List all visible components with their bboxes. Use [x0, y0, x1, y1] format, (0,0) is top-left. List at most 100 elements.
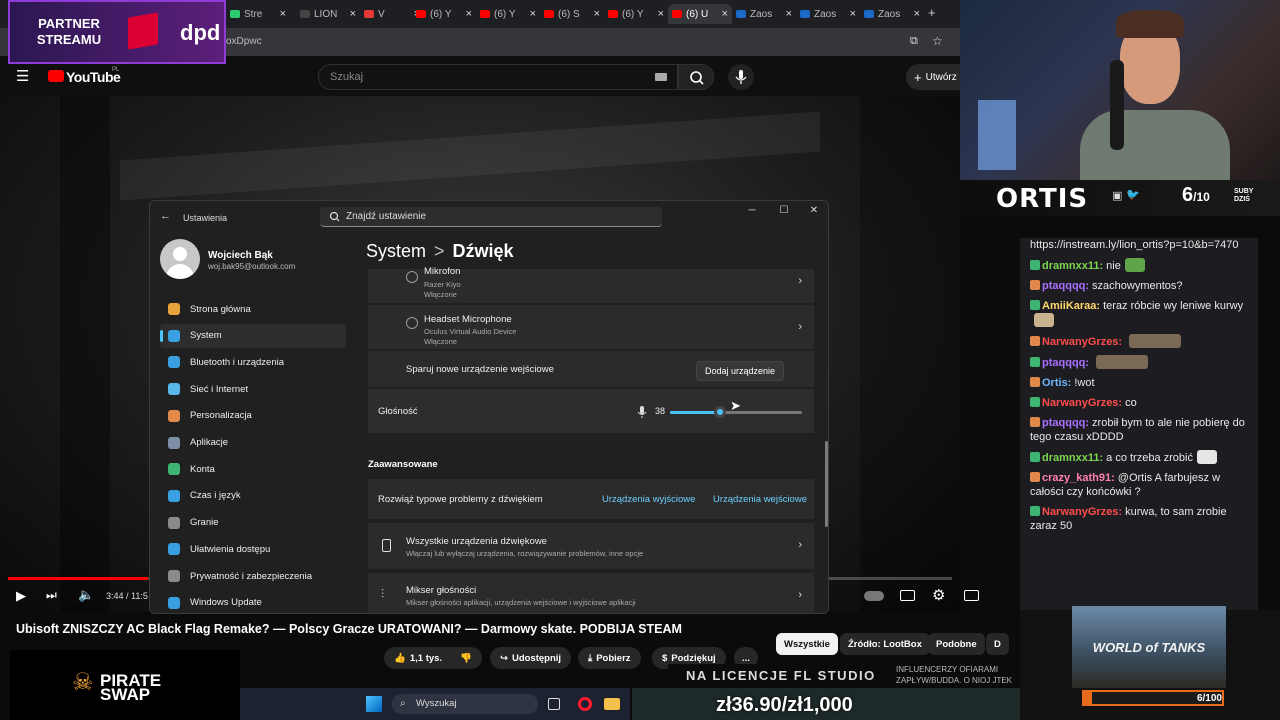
chat-username[interactable]: dramnxx11:	[1042, 260, 1103, 272]
device-radio[interactable]	[406, 271, 418, 283]
chat-username[interactable]: ptaqqqq:	[1042, 280, 1089, 292]
thumbs-down-icon[interactable]: 👎	[460, 653, 472, 664]
autoplay-toggle[interactable]	[864, 591, 884, 601]
url-text[interactable]: oxDpwc	[226, 36, 262, 47]
input-device-row[interactable]: Headset Microphone Oculus Virtual Audio …	[368, 305, 814, 349]
nav-item[interactable]: Ułatwienia dostępu	[160, 537, 346, 561]
nav-item[interactable]: Prywatność i zabezpieczenia	[160, 564, 346, 588]
breadcrumb: System > Dźwięk	[366, 241, 514, 262]
tab-close-icon[interactable]: ×	[722, 8, 728, 20]
install-icon[interactable]: ⧉	[910, 35, 918, 48]
tab-close-icon[interactable]: ×	[530, 8, 536, 20]
input-device-row[interactable]: Mikrofon Razer Kiyo Włączone ›	[368, 266, 814, 303]
play-icon[interactable]: ▶	[16, 588, 26, 604]
chat-username[interactable]: NarwanyGrzes:	[1042, 397, 1122, 409]
nav-item[interactable]: Bluetooth i urządzenia	[160, 350, 346, 374]
microphone-icon[interactable]	[636, 405, 648, 419]
tab-favicon-icon	[230, 10, 240, 18]
tab-close-icon[interactable]: ×	[594, 8, 600, 20]
chat-username[interactable]: dramnxx11:	[1042, 452, 1103, 464]
browser-tab[interactable]: (6) Y ×	[604, 4, 668, 24]
volume-icon[interactable]: 🔈	[78, 587, 94, 603]
browser-tab[interactable]: Zaos ×	[860, 4, 924, 24]
chat-badge-icon	[1030, 506, 1040, 516]
device-radio[interactable]	[406, 317, 418, 329]
search-input[interactable]: Szukaj	[318, 64, 678, 90]
browser-tab[interactable]: (6) Y ×	[476, 4, 540, 24]
next-icon[interactable]: ⏭	[46, 588, 57, 603]
nav-item[interactable]: Czas i język	[160, 484, 346, 508]
minimize-icon[interactable]: ─	[742, 205, 762, 219]
chat-username[interactable]: Ortis:	[1042, 377, 1071, 389]
filter-chip[interactable]: Wszystkie	[776, 633, 838, 655]
nav-item[interactable]: Sieć i Internet	[160, 377, 346, 401]
all-devices-sub: Włączaj lub wyłączaj urządzenia, rozwiąz…	[406, 549, 644, 558]
nav-item[interactable]: Granie	[160, 511, 346, 535]
back-arrow-icon[interactable]: ←	[160, 210, 171, 222]
nav-item[interactable]: Konta	[160, 457, 346, 481]
browser-tab[interactable]: LION ×	[296, 4, 360, 24]
sponsor-wot-banner: WORLD of TANKS	[1072, 606, 1226, 688]
chat-username[interactable]: ptaqqqq:	[1042, 357, 1089, 369]
captions-icon[interactable]	[900, 590, 915, 601]
nav-item[interactable]: Strona główna	[160, 297, 346, 321]
chat-username[interactable]: NarwanyGrzes:	[1042, 336, 1122, 348]
avatar[interactable]	[160, 239, 200, 279]
volume-mixer-row[interactable]: ⫶ Mikser głośności Mikser głośności apli…	[368, 573, 814, 613]
nav-item[interactable]: Personalizacja	[160, 404, 346, 428]
tab-close-icon[interactable]: ×	[914, 8, 920, 20]
menu-icon[interactable]: ☰	[16, 67, 29, 85]
opera-icon[interactable]	[578, 697, 592, 711]
settings-gear-icon[interactable]: ⚙	[932, 586, 945, 604]
maximize-icon[interactable]: ☐	[774, 205, 794, 219]
download-button[interactable]: ⤓ Pobierz	[578, 647, 641, 669]
filter-chip[interactable]: Podobne	[928, 633, 985, 655]
chat-username[interactable]: AmiiKaraa:	[1042, 300, 1100, 312]
taskbar-search[interactable]: Wyszukaj	[392, 694, 538, 714]
settings-scrollbar[interactable]	[825, 441, 828, 527]
tab-close-icon[interactable]: ×	[658, 8, 664, 20]
bookmark-star-icon[interactable]: ☆	[932, 34, 943, 48]
output-devices-link[interactable]: Urządzenia wyjściowe	[602, 494, 695, 505]
browser-tab[interactable]: Stre ×	[226, 4, 290, 24]
chat-username[interactable]: ptaqqqq:	[1042, 417, 1089, 429]
settings-search-input[interactable]: Znajdź ustawienie	[320, 207, 662, 227]
file-explorer-icon[interactable]	[604, 698, 620, 710]
new-tab-button[interactable]: +	[928, 5, 936, 20]
breadcrumb-parent[interactable]: System	[366, 241, 426, 261]
close-icon[interactable]: ✕	[804, 205, 824, 219]
tab-close-icon[interactable]: ×	[786, 8, 792, 20]
keyboard-icon[interactable]	[655, 73, 667, 81]
tab-favicon-icon	[544, 10, 554, 18]
windows-start-icon[interactable]	[366, 696, 382, 712]
voice-search-button[interactable]	[728, 64, 754, 90]
miniplayer-icon[interactable]	[964, 590, 979, 601]
filter-chip[interactable]: Źródło: LootBox	[840, 633, 930, 655]
tab-close-icon[interactable]: ×	[280, 8, 286, 20]
share-button[interactable]: ↪ Udostępnij	[490, 647, 572, 669]
browser-tab[interactable]: Zaos ×	[732, 4, 796, 24]
all-devices-row[interactable]: Wszystkie urządzenia dźwiękowe Włączaj l…	[368, 523, 814, 569]
chat-badge-icon	[1030, 452, 1040, 462]
browser-tab[interactable]: (6) U ×	[668, 4, 732, 24]
chat-username[interactable]: NarwanyGrzes:	[1042, 506, 1122, 518]
chat-username[interactable]: crazy_kath91:	[1042, 472, 1115, 484]
nav-item[interactable]: System	[160, 323, 346, 348]
youtube-logo-icon[interactable]	[48, 70, 64, 82]
volume-slider-thumb[interactable]	[714, 406, 727, 418]
like-button[interactable]: 👍 1,1 tys. 👎	[384, 647, 482, 669]
tab-close-icon[interactable]: ×	[466, 8, 472, 20]
browser-tab[interactable]: Zaos ×	[796, 4, 860, 24]
nav-item[interactable]: Aplikacje	[160, 431, 346, 455]
tab-close-icon[interactable]: ×	[850, 8, 856, 20]
tab-close-icon[interactable]: ×	[350, 8, 356, 20]
browser-tab[interactable]: (6) Y ×	[412, 4, 476, 24]
filter-chip[interactable]: D	[986, 633, 1009, 655]
input-devices-link[interactable]: Urządzenia wejściowe	[713, 494, 807, 505]
nav-item[interactable]: Windows Update	[160, 591, 346, 613]
search-button[interactable]	[678, 64, 714, 90]
add-device-button[interactable]: Dodaj urządzenie	[696, 361, 784, 381]
browser-tab[interactable]: (6) S ×	[540, 4, 604, 24]
taskview-icon[interactable]	[548, 698, 560, 710]
tab-label: (6) Y	[622, 8, 644, 20]
